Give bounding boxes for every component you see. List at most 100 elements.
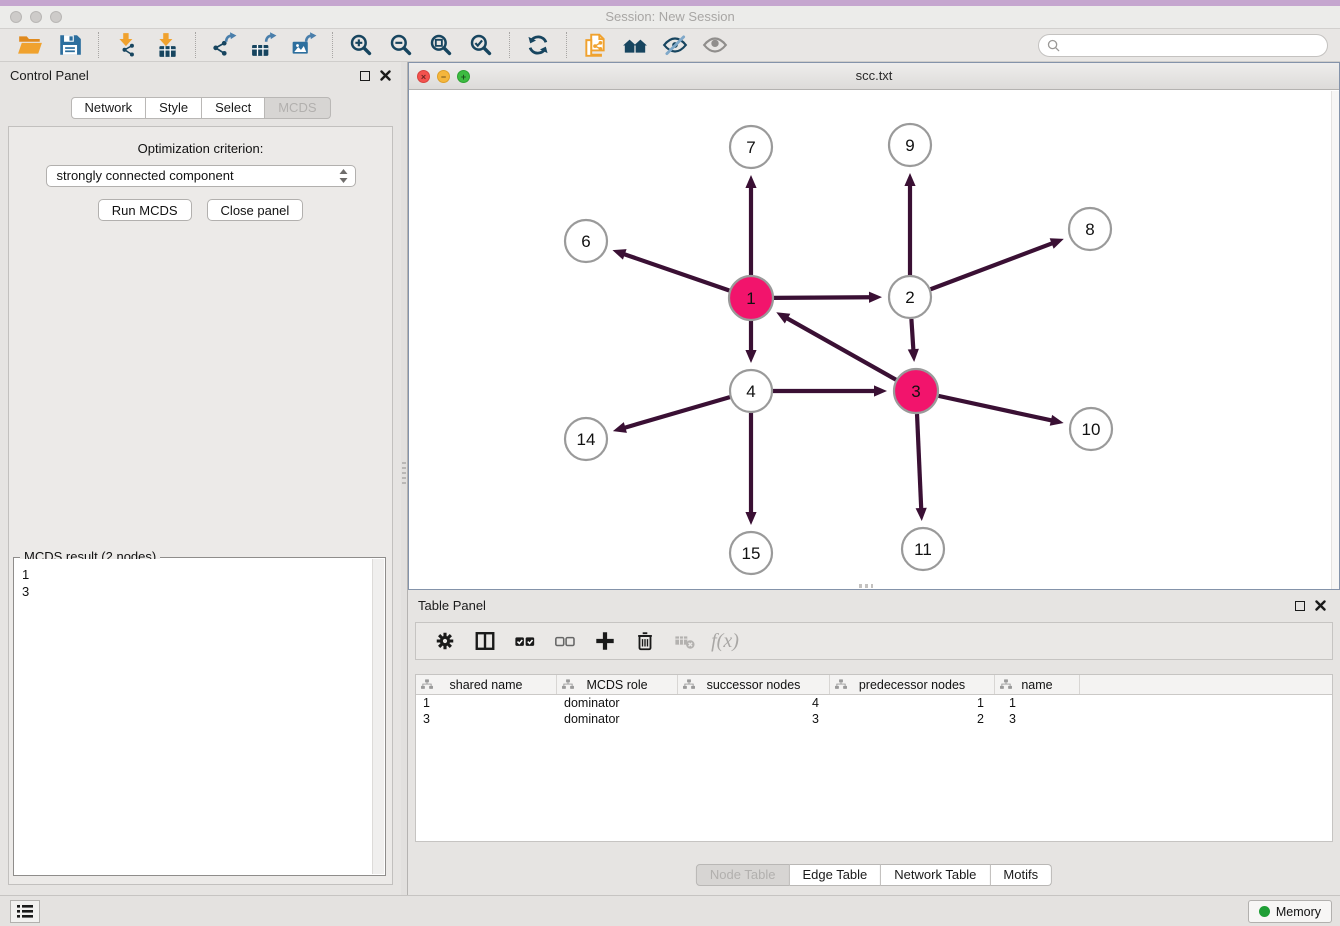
network-graph-canvas[interactable]: 7968124314101511: [409, 91, 1339, 590]
table-cell[interactable]: 3: [995, 711, 1080, 727]
graph-node-label: 3: [911, 382, 920, 401]
duplicate-network-icon[interactable]: [580, 31, 610, 59]
column-header-shared-name[interactable]: shared name: [416, 675, 557, 694]
graph-node-label: 15: [742, 544, 761, 563]
mcds-result-group: MCDS result (2 nodes) 13: [13, 557, 386, 876]
tab-motifs[interactable]: Motifs: [990, 864, 1052, 886]
table-cell[interactable]: 3: [678, 711, 830, 727]
split-panel-icon[interactable]: [468, 626, 502, 656]
import-network-icon[interactable]: [112, 31, 142, 59]
add-column-icon[interactable]: [588, 626, 622, 656]
refresh-view-icon[interactable]: [523, 31, 553, 59]
import-table-icon[interactable]: [152, 31, 182, 59]
table-cell[interactable]: 1: [830, 695, 995, 711]
table-cell[interactable]: 1: [995, 695, 1080, 711]
toolbar-separator: [98, 32, 99, 58]
edge-arrowhead: [908, 349, 919, 362]
edge-arrowhead: [869, 292, 882, 303]
close-panel-icon[interactable]: [380, 70, 391, 81]
deselect-all-icon[interactable]: [548, 626, 582, 656]
graph-node-label: 6: [581, 232, 590, 251]
tab-mcds[interactable]: MCDS: [265, 97, 330, 119]
table-row[interactable]: 1dominator411: [416, 695, 1332, 711]
panel-splitter[interactable]: [401, 62, 408, 895]
run-mcds-button[interactable]: Run MCDS: [98, 199, 192, 221]
edge-1-2[interactable]: [774, 297, 871, 298]
network-window-titlebar[interactable]: × − + scc.txt: [409, 63, 1339, 90]
zoom-selected-icon[interactable]: [466, 31, 496, 59]
table-cell[interactable]: dominator: [557, 711, 678, 727]
tab-select[interactable]: Select: [202, 97, 265, 119]
status-bar: Memory: [0, 895, 1340, 926]
edge-3-1[interactable]: [786, 318, 896, 380]
tab-style[interactable]: Style: [146, 97, 202, 119]
edge-2-3[interactable]: [911, 319, 913, 351]
mcds-result-list[interactable]: 13: [15, 559, 372, 874]
graph-node-label: 4: [746, 382, 755, 401]
network-window-title: scc.txt: [409, 68, 1339, 83]
control-panel: Control Panel NetworkStyleSelectMCDS Opt…: [0, 62, 401, 895]
edge-4-14[interactable]: [623, 397, 729, 428]
result-scrollbar[interactable]: [372, 559, 384, 874]
table-row[interactable]: 3dominator323: [416, 711, 1332, 727]
toolbar-separator: [332, 32, 333, 58]
export-image-icon[interactable]: [289, 31, 319, 59]
column-label: MCDS role: [586, 678, 647, 692]
table-cell[interactable]: dominator: [557, 695, 678, 711]
edge-3-11[interactable]: [917, 414, 921, 510]
zoom-fit-icon[interactable]: [426, 31, 456, 59]
save-session-icon[interactable]: [55, 31, 85, 59]
open-session-icon[interactable]: [15, 31, 45, 59]
tab-network-table[interactable]: Network Table: [881, 864, 990, 886]
table-body: 1dominator4113dominator323: [416, 695, 1332, 727]
graph-node-label: 14: [577, 430, 596, 449]
function-builder-label: f(x): [711, 630, 739, 653]
graph-node-label: 7: [746, 138, 755, 157]
delete-column-icon[interactable]: [628, 626, 662, 656]
column-header-MCDS-role[interactable]: MCDS role: [557, 675, 678, 694]
edge-2-8[interactable]: [931, 243, 1054, 289]
search-icon: [1047, 39, 1060, 52]
tab-network[interactable]: Network: [70, 97, 146, 119]
first-neighbors-icon[interactable]: [620, 31, 650, 59]
zoom-in-icon[interactable]: [346, 31, 376, 59]
hide-selected-icon[interactable]: [660, 31, 690, 59]
column-header-successor-nodes[interactable]: successor nodes: [678, 675, 830, 694]
network-resize-grip[interactable]: [859, 584, 873, 588]
dropdown-stepper-icon: [338, 168, 349, 184]
table-cell[interactable]: 3: [416, 711, 557, 727]
settings-icon[interactable]: [428, 626, 462, 656]
edge-arrowhead: [745, 175, 756, 188]
table-cell[interactable]: 2: [830, 711, 995, 727]
mcds-result-line: 1: [22, 566, 365, 583]
table-cell[interactable]: 1: [416, 695, 557, 711]
table-cell[interactable]: 4: [678, 695, 830, 711]
close-table-panel-icon[interactable]: [1315, 600, 1326, 611]
column-header-predecessor-nodes[interactable]: predecessor nodes: [830, 675, 995, 694]
close-panel-button[interactable]: Close panel: [207, 199, 304, 221]
column-header-name[interactable]: name: [995, 675, 1080, 694]
optimization-criterion-label: Optimization criterion:: [9, 141, 392, 156]
float-table-panel-icon[interactable]: [1295, 601, 1305, 611]
float-panel-icon[interactable]: [360, 71, 370, 81]
export-table-icon[interactable]: [249, 31, 279, 59]
graph-node-label: 2: [905, 288, 914, 307]
memory-button[interactable]: Memory: [1248, 900, 1332, 923]
tab-node-table[interactable]: Node Table: [696, 864, 790, 886]
show-all-icon[interactable]: [700, 31, 730, 59]
edge-1-6[interactable]: [623, 254, 729, 291]
task-history-button[interactable]: [10, 900, 40, 923]
select-all-icon[interactable]: [508, 626, 542, 656]
table-panel: Table Panel f(x) shared nameMCDS rolesuc…: [408, 590, 1340, 895]
criterion-dropdown[interactable]: strongly connected component: [46, 165, 356, 187]
control-panel-title: Control Panel: [10, 68, 89, 83]
zoom-out-icon[interactable]: [386, 31, 416, 59]
search-input[interactable]: [1060, 39, 1327, 53]
column-label: predecessor nodes: [859, 678, 965, 692]
network-vertical-scrollbar[interactable]: [1331, 91, 1339, 589]
function-builder-icon: f(x): [708, 626, 742, 656]
tab-edge-table[interactable]: Edge Table: [789, 864, 881, 886]
edge-3-10[interactable]: [938, 396, 1052, 421]
search-field[interactable]: [1038, 34, 1328, 57]
export-network-icon[interactable]: [209, 31, 239, 59]
